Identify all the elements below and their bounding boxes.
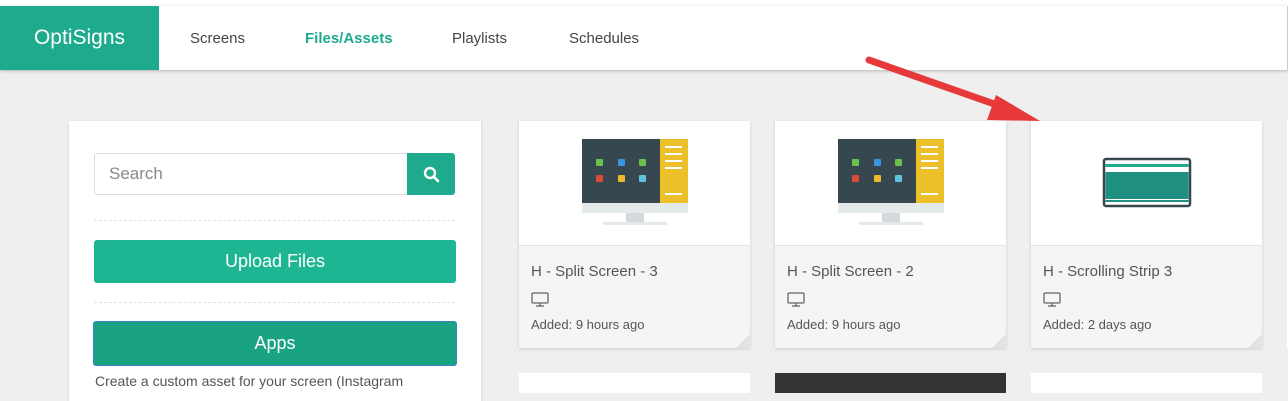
search-input[interactable] — [94, 153, 408, 195]
search-group — [94, 153, 455, 195]
search-icon — [423, 166, 439, 182]
asset-card[interactable]: H - Split Screen - 2 Added: 9 hours ago — [775, 121, 1006, 348]
top-navbar: OptiSigns Screens Files/Assets Playlists… — [0, 6, 1288, 70]
asset-thumbnail — [519, 121, 750, 246]
nav-schedules[interactable]: Schedules — [569, 6, 639, 70]
card-corner-fold — [736, 334, 750, 348]
split-screen-monitor-icon — [837, 139, 944, 225]
apps-button[interactable]: Apps — [93, 321, 457, 366]
monitor-icon — [1043, 292, 1061, 307]
asset-added-time: Added: 2 days ago — [1043, 317, 1152, 332]
asset-thumbnail — [775, 121, 1006, 246]
upload-files-button[interactable]: Upload Files — [94, 240, 456, 283]
card-corner-fold — [1248, 334, 1262, 348]
monitor-icon — [531, 292, 549, 307]
asset-thumbnail — [1031, 121, 1262, 246]
asset-added-time: Added: 9 hours ago — [787, 317, 901, 332]
asset-card[interactable]: H - Split Screen - 3 Added: 9 hours ago — [519, 121, 750, 348]
asset-card[interactable]: H - Scrolling Strip 3 Added: 2 days ago — [1031, 121, 1262, 348]
nav-screens[interactable]: Screens — [190, 6, 245, 70]
asset-title: H - Scrolling Strip 3 — [1043, 263, 1173, 280]
nav-playlists[interactable]: Playlists — [452, 6, 507, 70]
asset-title: H - Split Screen - 2 — [787, 263, 914, 280]
split-screen-monitor-icon — [581, 139, 688, 225]
card-corner-fold — [992, 334, 1006, 348]
search-button[interactable] — [407, 153, 455, 195]
asset-title: H - Split Screen - 3 — [531, 263, 658, 280]
brand-logo[interactable]: OptiSigns — [0, 6, 159, 70]
apps-description: Create a custom asset for your screen (I… — [95, 373, 404, 389]
asset-card-partial[interactable] — [1031, 373, 1262, 393]
asset-card-partial[interactable] — [775, 373, 1006, 393]
asset-added-time: Added: 9 hours ago — [531, 317, 645, 332]
sidebar-divider — [94, 302, 455, 303]
sidebar-panel: Upload Files Apps Create a custom asset … — [69, 121, 481, 401]
monitor-icon — [787, 292, 805, 307]
scrolling-strip-icon — [1102, 157, 1191, 208]
nav-files-assets[interactable]: Files/Assets — [305, 6, 393, 70]
asset-card-partial[interactable] — [519, 373, 750, 393]
sidebar-divider — [94, 220, 455, 221]
